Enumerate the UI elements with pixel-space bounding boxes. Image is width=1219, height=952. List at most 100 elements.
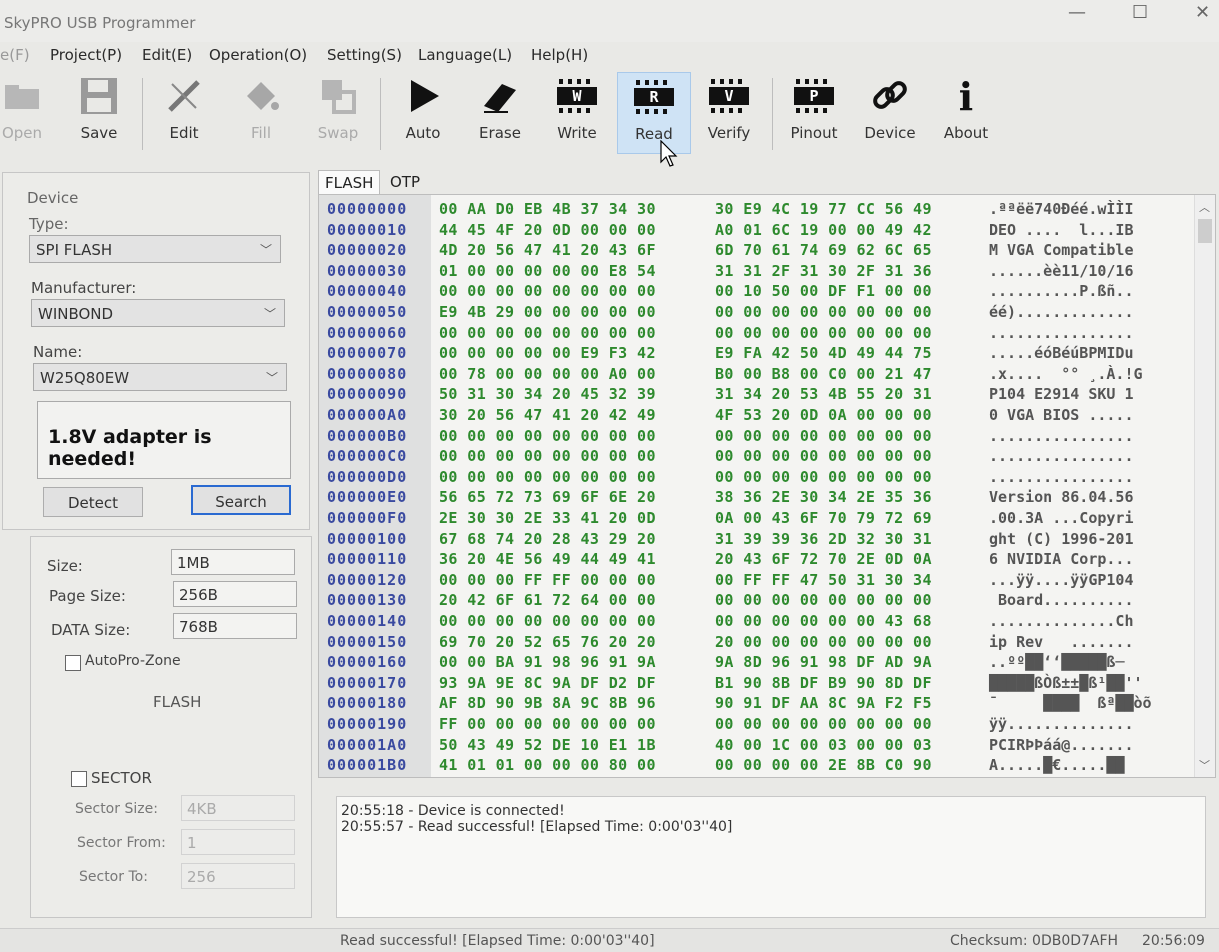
swap-label: Swap (317, 124, 359, 142)
about-button[interactable]: i About (930, 72, 1002, 152)
hex-row[interactable]: 00000170 93 9A 9E 8C 9A DF D2 DF B1 90 8B … (319, 673, 1189, 694)
hex-address: 00000060 (327, 323, 408, 342)
scroll-up-icon[interactable]: ︿ (1199, 199, 1210, 215)
hex-row[interactable]: 00000010 44 45 4F 20 0D 00 00 00 A0 01 6C … (319, 220, 1189, 241)
sector-to-field[interactable]: 256 (181, 863, 295, 889)
hex-editor[interactable]: 00000000 00 AA D0 EB 4B 37 34 30 30 E9 4C … (318, 194, 1216, 778)
hex-row[interactable]: 00000070 00 00 00 00 00 E9 F3 42 E9 FA 42 … (319, 343, 1189, 364)
tab-otp[interactable]: OTP (384, 170, 426, 194)
page-size-label: Page Size: (49, 587, 126, 605)
write-button[interactable]: W Write (541, 72, 613, 152)
hex-row[interactable]: 00000180 AF 8D 90 9B 8A 9C 8B 96 90 91 DF … (319, 693, 1189, 714)
type-select[interactable]: SPI FLASH ﹀ (29, 235, 281, 263)
menu-operation[interactable]: Operation(O) (209, 46, 307, 64)
hex-row[interactable]: 00000060 00 00 00 00 00 00 00 00 00 00 00 … (319, 323, 1189, 344)
hex-bytes-low: 30 20 56 47 41 20 42 49 (439, 406, 656, 424)
hex-address: 000000E0 (327, 488, 408, 507)
hex-row[interactable]: 000000D0 00 00 00 00 00 00 00 00 00 00 00 … (319, 467, 1189, 488)
autopro-zone-checkbox[interactable] (65, 655, 81, 671)
hex-row[interactable]: 00000050 E9 4B 29 00 00 00 00 00 00 00 00 … (319, 302, 1189, 323)
hex-row[interactable]: 000000E0 56 65 72 73 69 6F 6E 20 38 36 2E … (319, 487, 1189, 508)
auto-button[interactable]: Auto (387, 72, 459, 152)
sector-from-field[interactable]: 1 (181, 829, 295, 855)
hex-address: 00000150 (327, 632, 408, 651)
ascii-text: .00.3A ...Copyri (989, 509, 1134, 527)
hex-row[interactable]: 00000000 00 AA D0 EB 4B 37 34 30 30 E9 4C … (319, 199, 1189, 220)
hex-row[interactable]: 00000080 00 78 00 00 00 00 A0 00 B0 00 B8 … (319, 364, 1189, 385)
toolbar-separator (772, 78, 773, 150)
hex-bytes-low: 69 70 20 52 65 76 20 20 (439, 632, 656, 651)
save-button[interactable]: Save (63, 72, 135, 152)
hex-bytes-low: 00 AA D0 EB 4B 37 34 30 (439, 200, 656, 218)
hex-bytes-high: 0A 00 43 6F 70 79 72 69 (715, 509, 932, 527)
hex-bytes-high: 20 00 00 00 00 00 00 00 (715, 632, 932, 651)
swap-button[interactable]: Swap (302, 72, 374, 152)
hex-row[interactable]: 00000090 50 31 30 34 20 45 32 39 31 34 20 … (319, 384, 1189, 405)
hex-address: 00000000 (327, 200, 408, 218)
ascii-text: P104 E2914 SKU 1 (989, 385, 1134, 404)
erase-button[interactable]: Erase (464, 72, 536, 152)
hex-row[interactable]: 00000100 67 68 74 20 28 43 29 20 31 39 39 … (319, 529, 1189, 550)
hex-row[interactable]: 000001B0 41 01 01 00 00 00 80 00 00 00 00 … (319, 755, 1189, 776)
vertical-scrollbar[interactable]: ︿ ﹀ (1194, 195, 1215, 777)
hex-row[interactable]: 000000C0 00 00 00 00 00 00 00 00 00 00 00 … (319, 446, 1189, 467)
hex-row[interactable]: 000000F0 2E 30 30 2E 33 41 20 0D 0A 00 43 … (319, 508, 1189, 529)
menu-file[interactable]: e(F) (0, 46, 30, 64)
hex-bytes-low: 00 00 00 00 00 E9 F3 42 (439, 344, 656, 363)
hex-row[interactable]: 000000B0 00 00 00 00 00 00 00 00 00 00 00 … (319, 426, 1189, 447)
hex-bytes-low: E9 4B 29 00 00 00 00 00 (439, 303, 656, 321)
sector-size-field[interactable]: 4KB (181, 795, 295, 821)
page-size-field[interactable]: 256B (173, 581, 297, 607)
minimize-button[interactable]: — (1068, 2, 1086, 23)
manufacturer-select[interactable]: WINBOND ﹀ (31, 299, 285, 327)
hex-row[interactable]: 00000110 36 20 4E 56 49 44 49 41 20 43 6F … (319, 549, 1189, 570)
hex-row[interactable]: 00000030 01 00 00 00 00 00 E8 54 31 31 2F … (319, 261, 1189, 282)
type-label: Type: (29, 215, 69, 233)
ascii-text: ......èè11/10/16 (989, 261, 1134, 280)
scrollbar-thumb[interactable] (1198, 219, 1212, 243)
open-button[interactable]: Open (0, 72, 58, 152)
edit-button[interactable]: Edit (148, 72, 220, 152)
sector-to-label: Sector To: (79, 869, 148, 885)
scroll-down-icon[interactable]: ﹀ (1199, 757, 1210, 773)
fill-button[interactable]: Fill (225, 72, 297, 152)
open-label: Open (1, 124, 43, 142)
hex-row[interactable]: 00000150 69 70 20 52 65 76 20 20 20 00 00 … (319, 632, 1189, 653)
hex-bytes-high: 9A 8D 96 91 98 DF AD 9A (715, 653, 932, 672)
hex-row[interactable]: 00000040 00 00 00 00 00 00 00 00 00 10 50 … (319, 281, 1189, 302)
size-field[interactable]: 1MB (171, 549, 295, 575)
search-button[interactable]: Search (191, 485, 291, 515)
detect-button[interactable]: Detect (43, 487, 143, 517)
close-button[interactable]: ✕ (1195, 2, 1210, 23)
maximize-button[interactable]: ☐ (1132, 2, 1148, 23)
hex-row[interactable]: 00000120 00 00 00 FF FF 00 00 00 00 FF FF … (319, 570, 1189, 591)
sector-checkbox[interactable] (71, 771, 87, 787)
hex-bytes-high: E9 FA 42 50 4D 49 44 75 (715, 344, 932, 363)
device-button[interactable]: Device (854, 72, 926, 152)
hex-row[interactable]: 00000190 FF 00 00 00 00 00 00 00 00 00 00 … (319, 714, 1189, 735)
hex-address: 00000040 (327, 282, 408, 301)
hex-row[interactable]: 00000130 20 42 6F 61 72 64 00 00 00 00 00 … (319, 590, 1189, 611)
hex-address: 00000140 (327, 612, 408, 630)
name-select[interactable]: W25Q80EW ﹀ (33, 363, 287, 391)
hex-row[interactable]: 000001A0 50 43 49 52 DE 10 E1 1B 40 00 1C … (319, 735, 1189, 756)
menu-edit[interactable]: Edit(E) (142, 46, 192, 64)
ascii-text: M VGA Compatible (989, 241, 1134, 260)
data-size-field[interactable]: 768B (173, 613, 297, 639)
sector-size-label: Sector Size: (75, 801, 158, 817)
menu-setting[interactable]: Setting(S) (327, 46, 402, 64)
menu-project[interactable]: Project(P) (50, 46, 122, 64)
hex-row[interactable]: 000000A0 30 20 56 47 41 20 42 49 4F 53 20 … (319, 405, 1189, 426)
verify-chip-icon: V (693, 72, 765, 120)
menu-language[interactable]: Language(L) (418, 46, 512, 64)
hex-address: 00000030 (327, 261, 408, 280)
hex-row[interactable]: 00000160 00 00 BA 91 98 96 91 9A 9A 8D 96 … (319, 652, 1189, 673)
tab-flash[interactable]: FLASH (318, 170, 381, 195)
hex-bytes-high: 20 43 6F 72 70 2E 0D 0A (715, 550, 932, 569)
verify-button[interactable]: V Verify (693, 72, 765, 152)
hex-row[interactable]: 00000020 4D 20 56 47 41 20 43 6F 6D 70 61 … (319, 240, 1189, 261)
hex-row[interactable]: 00000140 00 00 00 00 00 00 00 00 00 00 00 … (319, 611, 1189, 632)
menu-help[interactable]: Help(H) (531, 46, 588, 64)
ascii-text: 0 VGA BIOS ..... (989, 406, 1134, 424)
pinout-button[interactable]: P Pinout (778, 72, 850, 152)
